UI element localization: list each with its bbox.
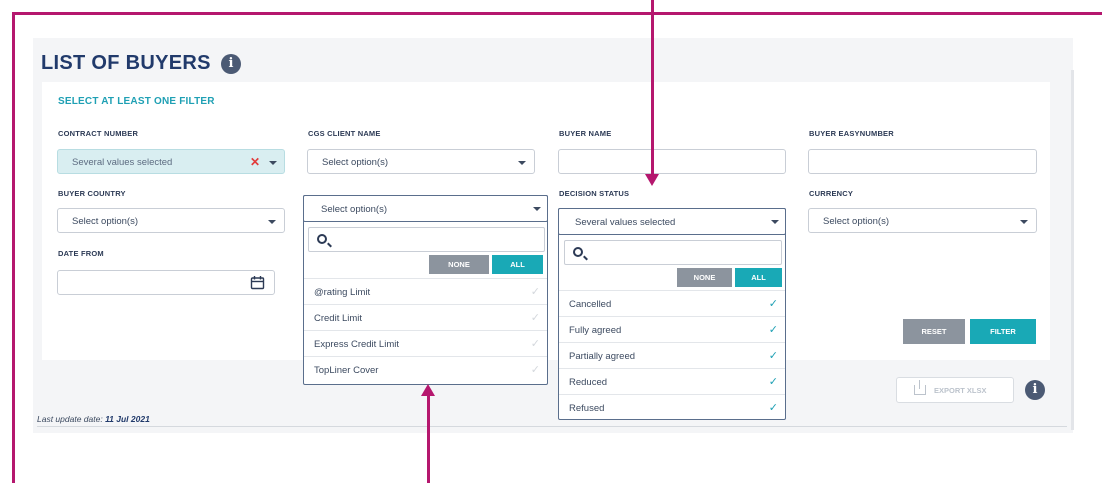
select-all-button[interactable]: ALL — [492, 255, 543, 274]
currency-select[interactable]: Select option(s) — [808, 208, 1037, 233]
annotation-arrowhead-up — [421, 384, 435, 396]
buyer-country-value: Select option(s) — [72, 216, 139, 227]
divider — [37, 426, 1067, 427]
info-icon[interactable]: i — [221, 54, 241, 74]
list-item[interactable]: Cancelled ✓ — [559, 290, 785, 316]
cgs-client-name-select[interactable]: Select option(s) — [307, 149, 535, 174]
limit-type-value: Select option(s) — [321, 204, 388, 215]
option-label: Express Credit Limit — [314, 339, 399, 350]
reset-button[interactable]: RESET — [903, 319, 965, 344]
buyer-easynumber-input[interactable] — [808, 149, 1037, 174]
annotation-arrow-top — [651, 0, 654, 174]
list-item[interactable]: Fully agreed ✓ — [559, 316, 785, 342]
limit-type-dropdown: Select option(s) NONE ALL @rating Limit … — [303, 195, 548, 385]
list-item[interactable]: TopLiner Cover ✓ — [304, 356, 547, 382]
chevron-down-icon — [771, 220, 779, 224]
currency-label: CURRENCY — [809, 189, 854, 198]
calendar-icon[interactable] — [250, 275, 265, 290]
buyer-name-input[interactable] — [558, 149, 786, 174]
contract-number-select[interactable]: Several values selected ✕ — [57, 149, 285, 174]
check-icon: ✓ — [768, 376, 778, 388]
chevron-down-icon — [533, 207, 541, 211]
option-label: Reduced — [569, 377, 608, 388]
annotation-frame-top — [13, 12, 1102, 15]
contract-number-label: CONTRACT NUMBER — [58, 129, 139, 138]
list-item[interactable]: Reduced ✓ — [559, 368, 785, 394]
clear-icon[interactable]: ✕ — [250, 155, 260, 169]
option-label: TopLiner Cover — [314, 365, 379, 376]
cgs-client-name-value: Select option(s) — [322, 157, 389, 168]
option-label: @rating Limit — [314, 287, 371, 298]
search-input[interactable] — [308, 227, 545, 252]
cgs-client-name-label: CGS CLIENT NAME — [308, 129, 381, 138]
filter-button[interactable]: FILTER — [970, 319, 1036, 344]
date-from-label: DATE FROM — [58, 249, 104, 258]
limit-type-select[interactable]: Select option(s) — [303, 195, 548, 222]
last-update-prefix: Last update date: — [37, 414, 103, 424]
annotation-arrowhead-down — [645, 174, 659, 186]
chevron-down-icon — [518, 161, 526, 165]
annotation-frame-left — [12, 12, 15, 483]
decision-status-value: Several values selected — [575, 217, 676, 228]
check-icon: ✓ — [530, 364, 540, 376]
check-icon: ✓ — [530, 338, 540, 350]
decision-status-label: DECISION STATUS — [559, 189, 630, 198]
last-update-date: 11 Jul 2021 — [105, 414, 150, 424]
buyer-easynumber-label: BUYER EASYNUMBER — [809, 129, 894, 138]
info-icon[interactable]: i — [1025, 380, 1045, 400]
list-item[interactable]: Express Credit Limit ✓ — [304, 330, 547, 356]
chevron-down-icon — [1020, 220, 1028, 224]
date-from-input[interactable] — [57, 270, 275, 295]
check-icon: ✓ — [768, 298, 778, 310]
search-icon — [573, 247, 583, 257]
check-icon: ✓ — [768, 350, 778, 362]
annotation-arrow-bottom — [427, 396, 430, 483]
buyer-country-select[interactable]: Select option(s) — [57, 208, 285, 233]
chevron-down-icon — [269, 161, 277, 165]
search-input[interactable] — [564, 240, 782, 265]
select-none-button[interactable]: NONE — [677, 268, 732, 287]
contract-number-value: Several values selected — [72, 157, 173, 168]
list-item[interactable]: Partially agreed ✓ — [559, 342, 785, 368]
option-label: Partially agreed — [569, 351, 636, 362]
select-all-button[interactable]: ALL — [735, 268, 782, 287]
check-icon: ✓ — [530, 312, 540, 324]
check-icon: ✓ — [768, 402, 778, 414]
option-label: Cancelled — [569, 299, 612, 310]
option-label: Credit Limit — [314, 313, 363, 324]
currency-value: Select option(s) — [823, 216, 890, 227]
upload-icon — [914, 380, 926, 395]
export-xlsx-label: EXPORT XLSX — [934, 386, 987, 395]
export-xlsx-button[interactable]: EXPORT XLSX — [896, 377, 1014, 403]
last-update-text: Last update date: 11 Jul 2021 — [37, 414, 150, 424]
decision-status-dropdown: Several values selected NONE ALL Cancell… — [558, 208, 786, 420]
option-label: Fully agreed — [569, 325, 622, 336]
check-icon: ✓ — [530, 286, 540, 298]
option-label: Refused — [569, 403, 605, 414]
list-item[interactable]: @rating Limit ✓ — [304, 278, 547, 304]
buyer-country-label: BUYER COUNTRY — [58, 189, 126, 198]
list-item[interactable]: Credit Limit ✓ — [304, 304, 547, 330]
check-icon: ✓ — [768, 324, 778, 336]
search-icon — [317, 234, 327, 244]
select-none-button[interactable]: NONE — [429, 255, 489, 274]
decision-status-select[interactable]: Several values selected — [558, 208, 786, 235]
filter-panel-heading: SELECT AT LEAST ONE FILTER — [58, 96, 215, 107]
chevron-down-icon — [268, 220, 276, 224]
page-scroll-edge — [1071, 70, 1074, 430]
buyer-name-label: BUYER NAME — [559, 129, 612, 138]
page-title: LIST OF BUYERS — [41, 52, 211, 74]
list-item[interactable]: Refused ✓ — [559, 394, 785, 420]
